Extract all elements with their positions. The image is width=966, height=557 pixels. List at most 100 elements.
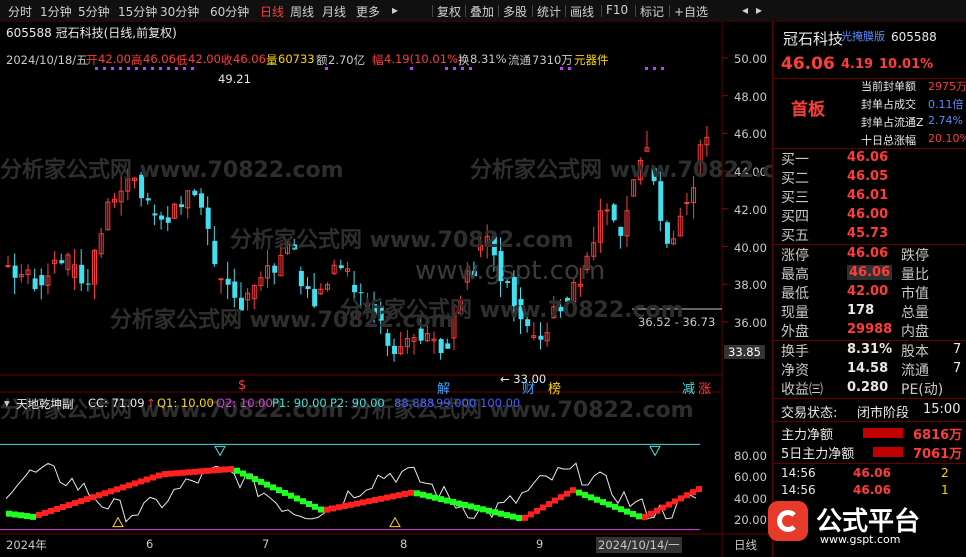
stat-label: 跌停 (901, 248, 929, 264)
trend-square (150, 474, 156, 481)
main-net-label: 主力净额 (781, 428, 834, 443)
seal-item-label: 当前封单额 (861, 80, 916, 93)
candle-body (32, 278, 38, 290)
toolbar-action-6[interactable]: 标记 (640, 3, 664, 20)
period-tab-0[interactable]: 分时 (8, 3, 32, 20)
event-marker-2[interactable]: 财 (522, 378, 535, 397)
range-label: 36.52 - 36.73 (638, 315, 716, 329)
buy-level-price: 46.05 (847, 169, 889, 184)
trend-square (486, 507, 492, 514)
trend-square (48, 507, 54, 514)
trend-square (468, 503, 474, 510)
logo-icon (768, 501, 808, 541)
chart-area[interactable]: 605588 冠石科技(日线,前复权) 2024/10/18/五开 42.00 高 46… (0, 22, 814, 557)
indicator-q2: Q2: 10.00 (216, 396, 273, 410)
indicator-name[interactable]: 天地乾坤副 (16, 396, 74, 412)
nav-forward-icon[interactable]: ▸ (756, 3, 762, 17)
period-tab-5[interactable]: 60分钟 (210, 3, 249, 20)
period-tab-4[interactable]: 30分钟 (160, 3, 199, 20)
trend-square (156, 472, 162, 479)
buy-level-price: 46.00 (847, 207, 889, 222)
bottom-tab[interactable]: 日线 (734, 537, 757, 553)
trend-square (120, 484, 126, 491)
trend-square (336, 504, 342, 511)
candle-body (538, 335, 544, 340)
seal-item-label: 封单占流通Z (861, 116, 924, 129)
period-tab-3[interactable]: 15分钟 (118, 3, 157, 20)
event-marker-5[interactable]: 涨 (698, 378, 711, 397)
trend-square (72, 500, 78, 507)
trade-time: 15:00 (923, 402, 961, 417)
trend-square (306, 501, 312, 508)
trend-square (90, 494, 96, 501)
period-tab-1[interactable]: 1分钟 (40, 3, 72, 20)
toolbar-action-0[interactable]: 复权 (437, 3, 461, 20)
toolbar-action-2[interactable]: 多股 (503, 3, 527, 20)
period-tab-7[interactable]: 周线 (290, 3, 314, 20)
indicator-menu-icon[interactable]: ▾ (4, 396, 10, 410)
indicator-cc: CC: 71.09 (88, 396, 145, 410)
trend-square (624, 508, 630, 515)
signal-dot (653, 67, 656, 70)
nav-back-icon[interactable]: ◂ (742, 3, 748, 17)
stat2-value2: 7 (953, 342, 962, 357)
logo-sub: www.gspt.com (820, 533, 901, 546)
trend-square (42, 509, 48, 516)
candle-body (12, 265, 18, 278)
last-price: 46.06 (781, 54, 835, 74)
period-tab-8[interactable]: 月线 (322, 3, 346, 20)
event-marker-3[interactable]: 榜 (548, 378, 561, 397)
signal-triangle (112, 516, 124, 528)
signal-dot (127, 67, 130, 70)
trend-square (252, 476, 258, 483)
trend-square (342, 503, 348, 510)
high-mark: 49.21 (218, 72, 251, 86)
header-field-2: 42.00 (98, 52, 131, 66)
period-tab-2[interactable]: 5分钟 (78, 3, 110, 20)
trend-square (570, 487, 576, 494)
seal-item-value: 2.74% (928, 114, 963, 127)
period-tab-9[interactable]: 更多 (356, 3, 380, 20)
stat-label: 外盘 (781, 324, 809, 340)
toolbar: 分时 1分钟 5分钟 15分钟 30分钟 60分钟 日线 周线 月线 更多 ▸ 复权 叠加 多股 统计 画线 F… (0, 0, 966, 22)
logo: 公式平台 www.gspt.com (760, 495, 960, 550)
toolbar-action-5[interactable]: F10 (606, 3, 628, 17)
event-marker-0[interactable]: $ (238, 378, 246, 393)
main-net-value: 6816万 (913, 428, 963, 443)
signal-dot (159, 67, 162, 70)
trend-square (462, 501, 468, 508)
trend-square (372, 497, 378, 504)
more-arrow-icon[interactable]: ▸ (392, 3, 398, 17)
trend-square (648, 510, 654, 517)
indicator-blue1: 88.888 (394, 396, 435, 410)
period-tab-6[interactable]: 日线 (260, 3, 284, 20)
candle-body (232, 281, 238, 298)
candle-body (618, 226, 624, 236)
price-axis-label: 38.00 (734, 278, 767, 293)
main-net5-label: 5日主力净额 (781, 447, 855, 462)
trend-square (198, 468, 204, 475)
event-marker-1[interactable]: 解 (437, 378, 450, 397)
toolbar-action-4[interactable]: 画线 (570, 3, 594, 20)
stat-label: 市值 (901, 286, 929, 302)
toolbar-action-7[interactable]: +自选 (674, 3, 708, 20)
stock-code: 605588 (891, 30, 937, 44)
time-axis-label: 9 (536, 537, 544, 551)
candle-body (305, 286, 311, 290)
trend-square (162, 471, 168, 478)
stat2-label: PE(动) (901, 382, 944, 398)
toolbar-action-3[interactable]: 统计 (537, 3, 561, 20)
trend-square (180, 469, 186, 476)
candle-body (664, 222, 670, 244)
concept-tag[interactable]: 光掩膜版 (841, 28, 885, 44)
event-marker-4[interactable]: 减 (682, 378, 695, 397)
candle-body (338, 265, 344, 269)
trend-square (18, 512, 24, 519)
watermark: 分析家公式网 www.70822.com (230, 228, 574, 253)
price-axis-label: 50.00 (734, 52, 767, 66)
toolbar-action-1[interactable]: 叠加 (470, 3, 494, 20)
candle-body (225, 278, 231, 285)
kline-chart[interactable] (0, 22, 771, 557)
stat-value: 46.06 (847, 246, 889, 261)
tick-time: 14:56 (781, 466, 816, 480)
